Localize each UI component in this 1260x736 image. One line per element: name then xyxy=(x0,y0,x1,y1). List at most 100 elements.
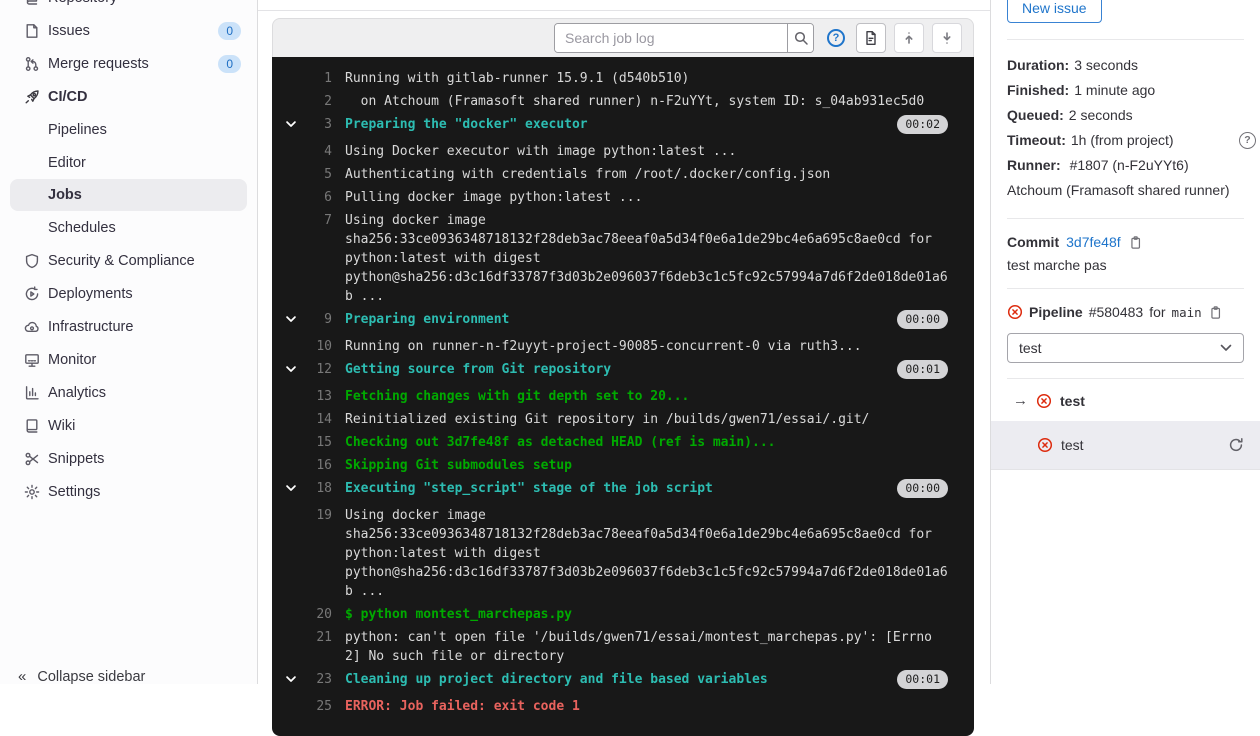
chevron-spacer xyxy=(284,142,302,161)
log-line: 10 Running on runner-n-f2uyyt-project-900… xyxy=(284,337,948,356)
chevron-down-icon xyxy=(1220,344,1232,352)
log-line-number[interactable]: 2 xyxy=(302,92,332,111)
chevron-down-icon[interactable] xyxy=(284,360,302,379)
scroll-to-bottom-button[interactable] xyxy=(932,23,962,53)
chevron-down-icon[interactable] xyxy=(284,670,302,689)
log-line-text: Preparing environment xyxy=(345,310,887,329)
retry-job-button[interactable] xyxy=(1228,437,1244,453)
search-help-icon[interactable]: ? xyxy=(827,29,845,47)
stage-group-row[interactable]: → test xyxy=(1007,379,1244,421)
log-line-number[interactable]: 4 xyxy=(302,142,332,161)
sidebar-item-ci-cd[interactable]: CI/CD xyxy=(0,80,257,113)
sidebar-item-label: Editor xyxy=(48,155,86,171)
sidebar-item-deployments[interactable]: Deployments xyxy=(0,277,257,310)
scroll-down-icon xyxy=(939,30,955,46)
log-line-text: $ python montest_marchepas.py xyxy=(345,605,948,624)
sidebar-item-merge-requests[interactable]: Merge requests0 xyxy=(0,47,257,80)
stage-dropdown[interactable]: test xyxy=(1007,333,1244,363)
pipeline-id-link[interactable]: #580483 xyxy=(1089,304,1144,320)
log-line-number[interactable]: 12 xyxy=(302,360,332,379)
runner-label: Runner: xyxy=(1007,157,1061,173)
log-line-number[interactable]: 7 xyxy=(302,211,332,306)
log-line-text: python: can't open file '/builds/gwen71/… xyxy=(345,628,948,666)
copy-ref-button[interactable] xyxy=(1208,305,1223,320)
chevron-down-icon[interactable] xyxy=(284,115,302,134)
job-list-item-current[interactable]: test xyxy=(991,421,1260,470)
log-line-number[interactable]: 1 xyxy=(302,69,332,88)
sidebar-item-issues[interactable]: Issues0 xyxy=(0,14,257,47)
timeout-help-icon[interactable]: ? xyxy=(1239,132,1256,149)
log-line-number[interactable]: 21 xyxy=(302,628,332,666)
chevron-spacer xyxy=(284,433,302,452)
repository-icon xyxy=(24,0,40,6)
sidebar-item-schedules[interactable]: Schedules xyxy=(0,211,257,244)
sidebar-item-editor[interactable]: Editor xyxy=(0,146,257,179)
sidebar-item-label: Schedules xyxy=(48,220,116,236)
log-line-number[interactable]: 15 xyxy=(302,433,332,452)
sidebar-item-wiki[interactable]: Wiki xyxy=(0,409,257,442)
log-line-text: Running on runner-n-f2uyyt-project-90085… xyxy=(345,337,948,356)
log-line-text: ERROR: Job failed: exit code 1 xyxy=(345,697,948,716)
sidebar-item-label: Analytics xyxy=(48,385,106,401)
sidebar-item-jobs[interactable]: Jobs xyxy=(10,179,247,211)
log-line-text: Authenticating with credentials from /ro… xyxy=(345,165,948,184)
commit-message: test marche pas xyxy=(1007,257,1244,273)
new-issue-button[interactable]: New issue xyxy=(1007,0,1102,23)
chevron-spacer xyxy=(284,387,302,406)
copy-commit-sha-button[interactable] xyxy=(1128,235,1143,250)
runner-row: Runner: #1807 (n-F2uYYt6) Atchoum (Frama… xyxy=(1007,153,1244,203)
sidebar-item-repository[interactable]: Repository xyxy=(0,0,257,14)
job-log-main: ? 1Running with gitlab-runner 15.9.1 (d5… xyxy=(258,0,990,684)
sidebar-item-label: Deployments xyxy=(48,286,133,302)
log-line-number[interactable]: 20 xyxy=(302,605,332,624)
log-line-number[interactable]: 13 xyxy=(302,387,332,406)
log-line-number[interactable]: 14 xyxy=(302,410,332,429)
log-section-row: 23Cleaning up project directory and file… xyxy=(284,670,948,689)
collapse-sidebar-button[interactable]: « Collapse sidebar xyxy=(0,668,257,684)
log-line-number[interactable]: 9 xyxy=(302,310,332,329)
analytics-icon xyxy=(24,385,40,401)
chevron-spacer xyxy=(284,456,302,475)
sidebar-item-snippets[interactable]: Snippets xyxy=(0,442,257,475)
retry-icon xyxy=(1228,437,1244,453)
chevron-spacer xyxy=(284,410,302,429)
chevron-spacer xyxy=(284,605,302,624)
duration-value: 3 seconds xyxy=(1074,53,1138,78)
log-line: 6Pulling docker image python:latest ... xyxy=(284,188,948,207)
stage-dropdown-value: test xyxy=(1019,340,1042,356)
sidebar-item-label: Issues xyxy=(48,23,90,39)
chevron-down-icon[interactable] xyxy=(284,479,302,498)
scroll-to-top-button[interactable] xyxy=(894,23,924,53)
search-input[interactable] xyxy=(555,24,787,52)
log-line-number[interactable]: 18 xyxy=(302,479,332,498)
chevron-spacer xyxy=(284,188,302,207)
job-name: test xyxy=(1061,437,1084,453)
log-line-number[interactable]: 16 xyxy=(302,456,332,475)
sidebar-item-analytics[interactable]: Analytics xyxy=(0,376,257,409)
sidebar-item-label: Merge requests xyxy=(48,56,149,72)
log-line-text: Using Docker executor with image python:… xyxy=(345,142,948,161)
log-line-number[interactable]: 3 xyxy=(302,115,332,134)
search-button[interactable] xyxy=(787,24,813,52)
log-line-number[interactable]: 5 xyxy=(302,165,332,184)
sidebar-item-pipelines[interactable]: Pipelines xyxy=(0,113,257,146)
finished-row: Finished: 1 minute ago xyxy=(1007,78,1244,103)
log-line: 20 $ python montest_marchepas.py xyxy=(284,605,948,624)
commit-sha-link[interactable]: 3d7fe48f xyxy=(1066,234,1121,250)
log-line-number[interactable]: 10 xyxy=(302,337,332,356)
sidebar-item-security-compliance[interactable]: Security & Compliance xyxy=(0,244,257,277)
chevron-down-icon[interactable] xyxy=(284,310,302,329)
sidebar-item-settings[interactable]: Settings xyxy=(0,475,257,508)
snippets-icon xyxy=(24,451,40,467)
copy-icon xyxy=(1128,235,1143,250)
sidebar-nav-list: RepositoryIssues0Merge requests0CI/CDPip… xyxy=(0,0,257,508)
log-line-number[interactable]: 23 xyxy=(302,670,332,689)
pipeline-ref[interactable]: main xyxy=(1172,305,1202,320)
log-line-number[interactable]: 6 xyxy=(302,188,332,207)
sidebar-item-infrastructure[interactable]: Infrastructure xyxy=(0,310,257,343)
sidebar-item-monitor[interactable]: Monitor xyxy=(0,343,257,376)
log-line-number[interactable]: 25 xyxy=(302,697,332,716)
log-line-text: Skipping Git submodules setup xyxy=(345,456,948,475)
show-raw-button[interactable] xyxy=(856,23,886,53)
log-line-number[interactable]: 19 xyxy=(302,506,332,601)
